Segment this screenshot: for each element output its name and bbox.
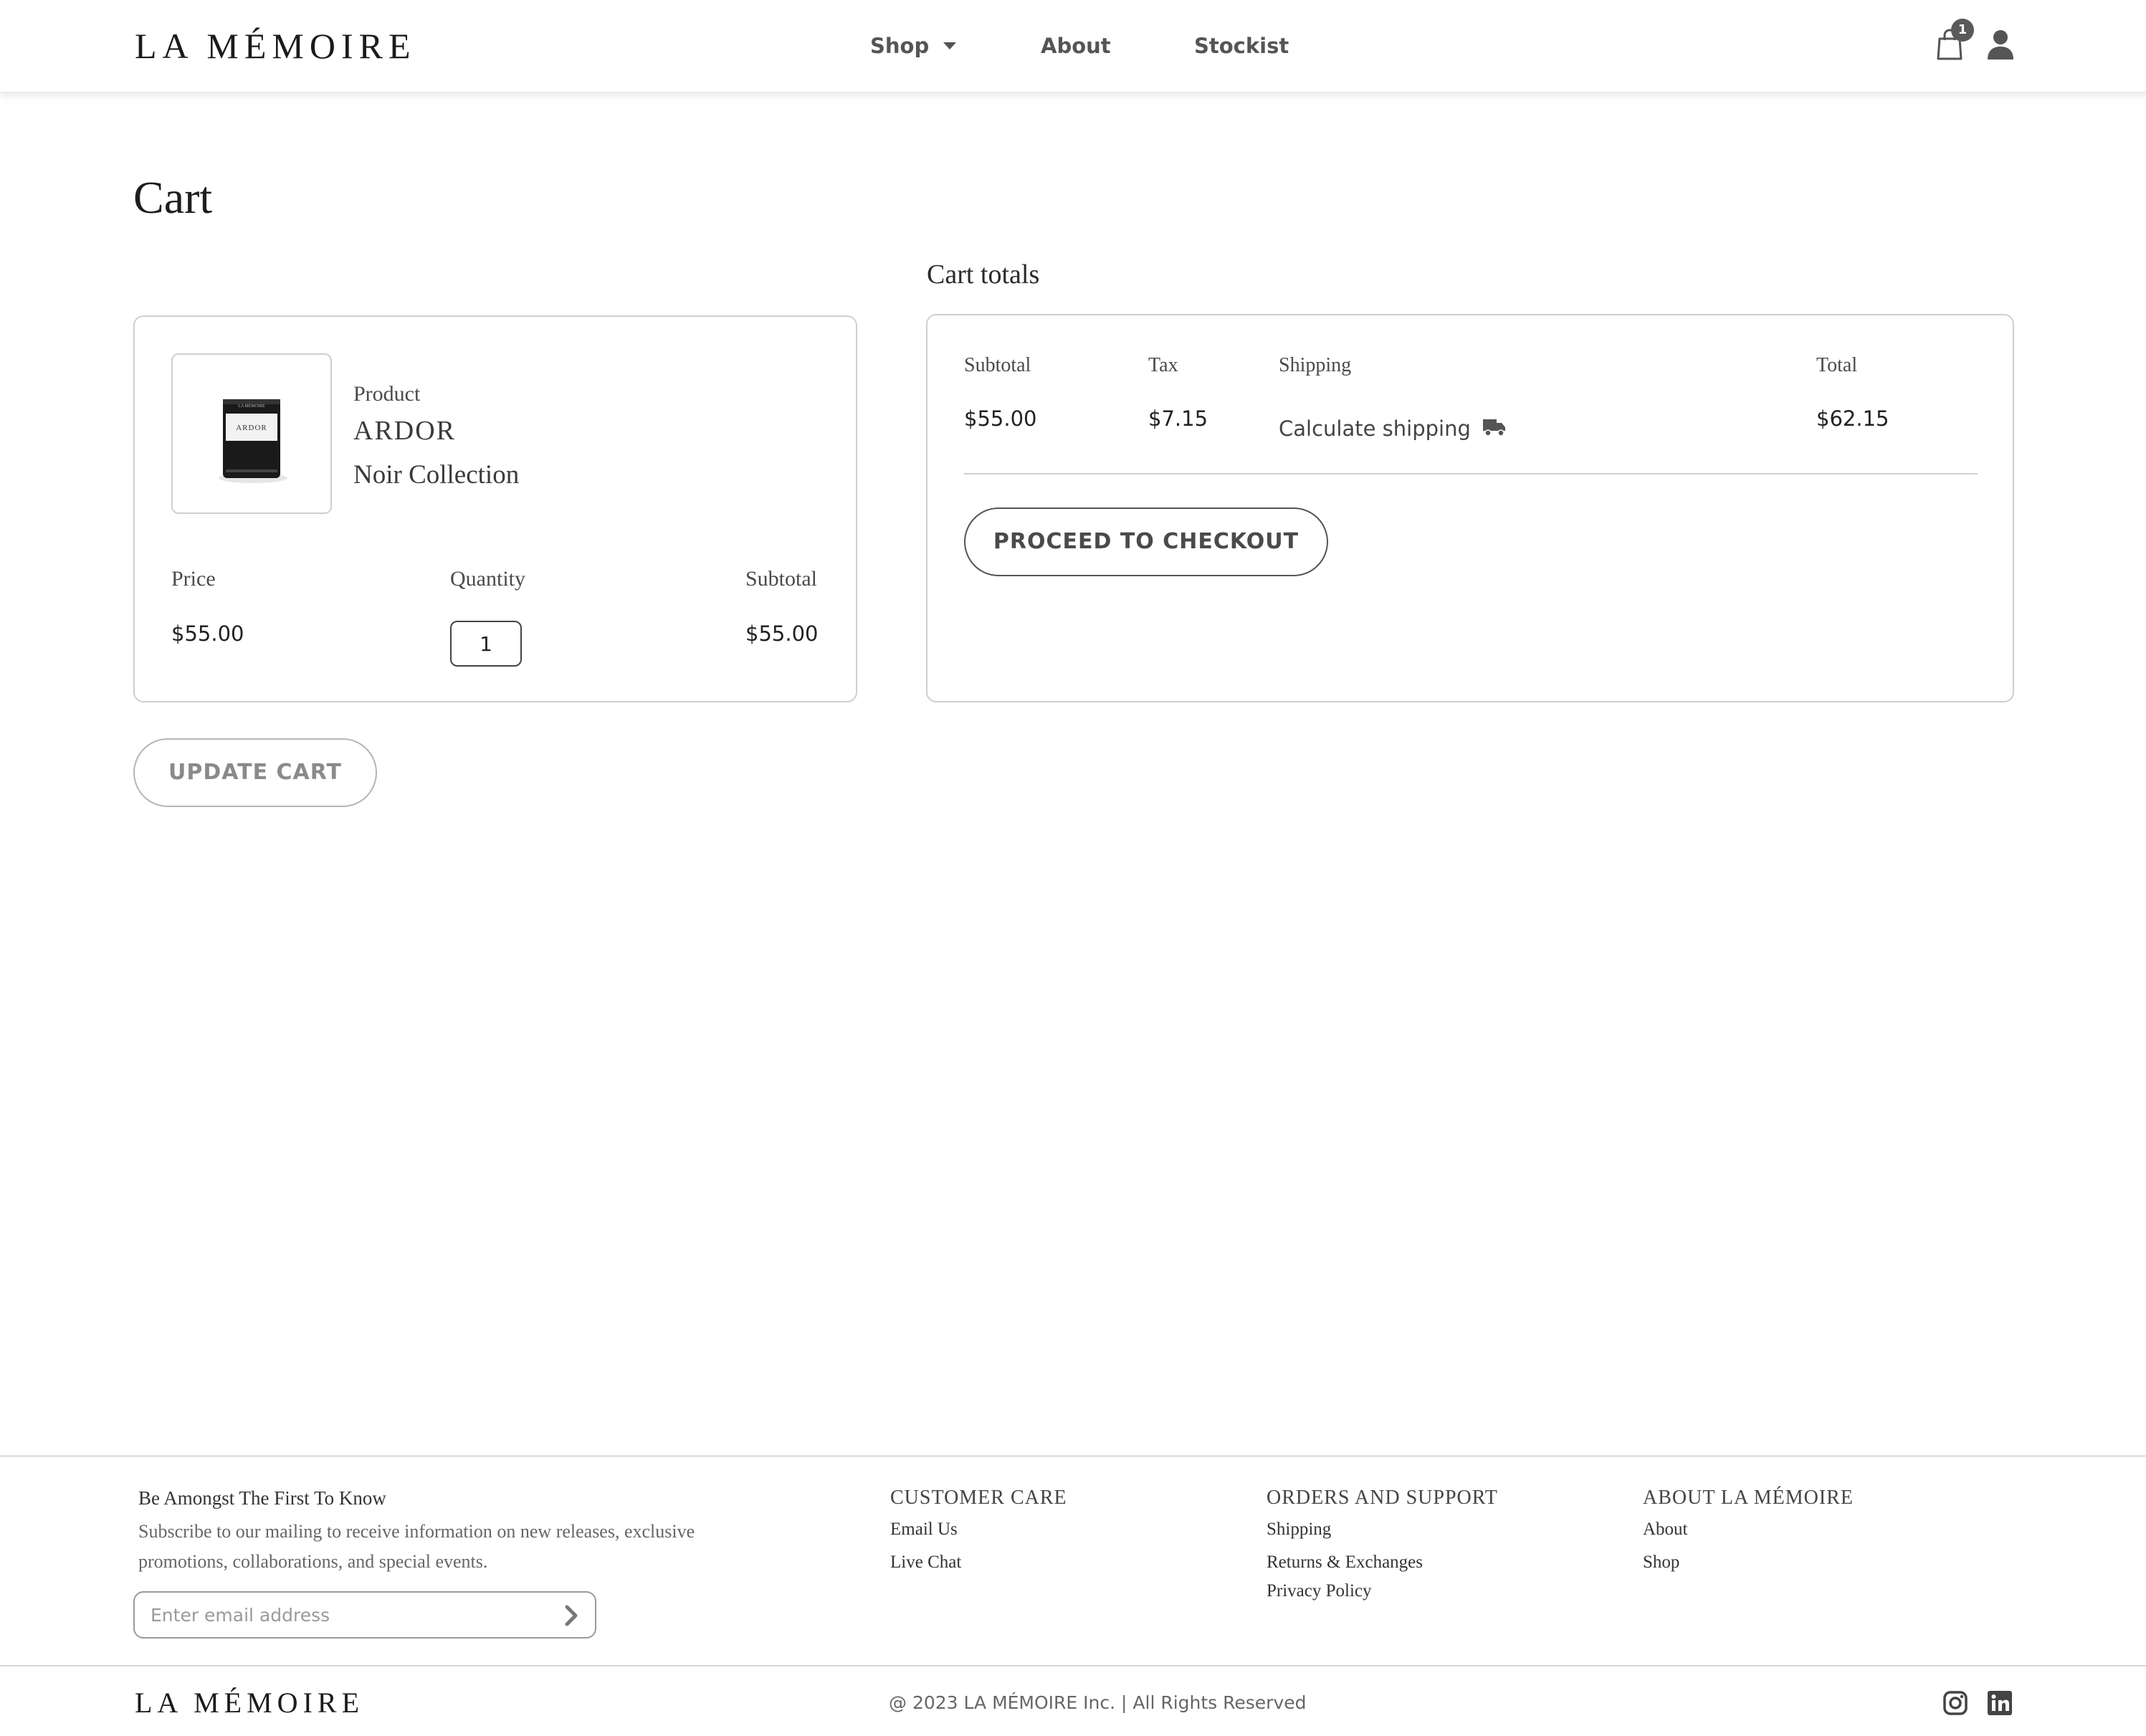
footer-shop-link[interactable]: Shop bbox=[1643, 1550, 1679, 1575]
privacy-policy-link[interactable]: Privacy Policy bbox=[1267, 1578, 1372, 1604]
newsletter-title: Be Amongst The First To Know bbox=[138, 1487, 386, 1509]
newsletter-form bbox=[133, 1591, 596, 1639]
product-label: Product bbox=[353, 382, 421, 406]
totals-tax-value: $7.15 bbox=[1148, 406, 1208, 431]
site-header: LA MÉMOIRE Shop About Stockist 1 bbox=[0, 0, 2146, 92]
site-logo[interactable]: LA MÉMOIRE bbox=[135, 23, 416, 69]
user-icon bbox=[1988, 30, 2013, 59]
copyright-text: @ 2023 LA MÉMOIRE Inc. | All Rights Rese… bbox=[889, 1692, 1307, 1713]
quantity-input[interactable] bbox=[450, 621, 522, 667]
truck-icon bbox=[1482, 419, 1505, 437]
about-la-memoire-title: ABOUT LA MÉMOIRE bbox=[1643, 1487, 1854, 1509]
product-collection: Noir Collection bbox=[353, 460, 520, 490]
item-subtotal-value: $55.00 bbox=[745, 621, 819, 646]
totals-total-value: $62.15 bbox=[1816, 406, 1889, 431]
customer-care-title: CUSTOMER CARE bbox=[890, 1487, 1067, 1509]
linkedin-icon bbox=[1988, 1691, 2012, 1715]
newsletter-text: Subscribe to our mailing to receive info… bbox=[138, 1521, 695, 1572]
caret-down-icon bbox=[943, 42, 957, 49]
nav-stockist[interactable]: Stockist bbox=[1194, 29, 1289, 63]
email-input[interactable] bbox=[151, 1600, 538, 1630]
update-cart-button[interactable]: UPDATE CART bbox=[133, 738, 377, 807]
footer-bottom-divider bbox=[0, 1665, 2146, 1666]
orders-support-title: ORDERS AND SUPPORT bbox=[1267, 1487, 1498, 1509]
nav-about[interactable]: About bbox=[1041, 29, 1111, 63]
email-us-link[interactable]: Email Us bbox=[890, 1517, 958, 1542]
live-chat-link[interactable]: Live Chat bbox=[890, 1550, 961, 1575]
totals-total-label: Total bbox=[1816, 354, 1858, 376]
nav-shop[interactable]: Shop bbox=[870, 29, 957, 63]
instagram-link[interactable] bbox=[1942, 1690, 1968, 1716]
totals-shipping-label: Shipping bbox=[1279, 354, 1352, 376]
totals-divider bbox=[964, 473, 1978, 474]
account-button[interactable] bbox=[1987, 29, 2014, 60]
footer-logo[interactable]: LA MÉMOIRE bbox=[135, 1684, 364, 1722]
returns-exchanges-link[interactable]: Returns & Exchanges bbox=[1267, 1550, 1423, 1575]
linkedin-link[interactable] bbox=[1987, 1690, 2013, 1716]
thumb-name-text: ARDOR bbox=[236, 424, 267, 432]
item-subtotal-label: Subtotal bbox=[745, 567, 818, 591]
product-thumbnail[interactable]: LA MÉMOIRE ARDOR bbox=[171, 353, 332, 514]
footer-about-link[interactable]: About bbox=[1643, 1517, 1688, 1542]
totals-tax-label: Tax bbox=[1148, 354, 1178, 376]
totals-subtotal-label: Subtotal bbox=[964, 354, 1031, 376]
newsletter-submit-button[interactable] bbox=[556, 1600, 585, 1631]
cart-totals-heading: Cart totals bbox=[927, 259, 1040, 290]
totals-subtotal-value: $55.00 bbox=[964, 406, 1037, 431]
price-label: Price bbox=[171, 567, 216, 591]
chevron-right-icon bbox=[565, 1605, 578, 1626]
thumb-brand-text: LA MÉMOIRE bbox=[238, 403, 265, 409]
calculate-shipping-label: Calculate shipping bbox=[1279, 416, 1471, 441]
candle-product-image: LA MÉMOIRE ARDOR bbox=[219, 399, 287, 483]
footer-divider bbox=[0, 1455, 2146, 1457]
instagram-icon bbox=[1943, 1691, 1968, 1715]
product-name[interactable]: ARDOR bbox=[353, 413, 456, 449]
cart-item-card: LA MÉMOIRE ARDOR Product ARDOR Noir Coll… bbox=[133, 315, 857, 702]
cart-count-badge: 1 bbox=[1951, 19, 1974, 42]
price-value: $55.00 bbox=[171, 621, 244, 646]
quantity-label: Quantity bbox=[450, 567, 525, 591]
cart-totals-card: Subtotal Tax Shipping Total $55.00 $7.15… bbox=[926, 314, 2014, 702]
page-title: Cart bbox=[133, 172, 213, 223]
calculate-shipping-link[interactable]: Calculate shipping bbox=[1279, 413, 1507, 444]
proceed-to-checkout-button[interactable]: PROCEED TO CHECKOUT bbox=[964, 507, 1328, 576]
shipping-link[interactable]: Shipping bbox=[1267, 1517, 1331, 1542]
nav-shop-label: Shop bbox=[870, 34, 930, 58]
